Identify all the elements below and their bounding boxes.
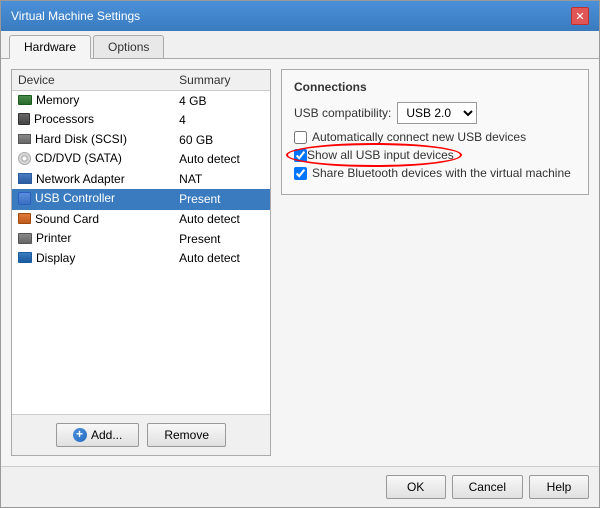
tab-hardware[interactable]: Hardware bbox=[9, 35, 91, 59]
usb-compat-row: USB compatibility: USB 1.1 USB 2.0 USB 3… bbox=[294, 102, 576, 124]
add-icon bbox=[73, 428, 87, 442]
window-title: Virtual Machine Settings bbox=[11, 9, 140, 23]
device-cell: Display bbox=[12, 249, 173, 269]
printer-icon bbox=[18, 233, 32, 244]
connections-title: Connections bbox=[294, 80, 576, 94]
table-row[interactable]: Hard Disk (SCSI)60 GB bbox=[12, 130, 270, 149]
summary-cell: NAT bbox=[173, 170, 270, 190]
summary-cell: Auto detect bbox=[173, 210, 270, 230]
help-button[interactable]: Help bbox=[529, 475, 589, 499]
usb-compat-label: USB compatibility: bbox=[294, 106, 391, 120]
device-cell: CD/DVD (SATA) bbox=[12, 149, 173, 170]
connections-group: Connections USB compatibility: USB 1.1 U… bbox=[281, 69, 589, 195]
show-all-label: Show all USB input devices bbox=[307, 148, 454, 162]
tab-bar: Hardware Options bbox=[1, 31, 599, 59]
main-content: Device Summary Memory4 GB Processors4 Ha… bbox=[1, 59, 599, 466]
device-cell: USB Controller bbox=[12, 189, 173, 210]
usb-icon bbox=[18, 192, 31, 205]
summary-cell: Present bbox=[173, 189, 270, 210]
title-bar: Virtual Machine Settings ✕ bbox=[1, 1, 599, 31]
auto-connect-checkbox[interactable] bbox=[294, 131, 307, 144]
add-button[interactable]: Add... bbox=[56, 423, 139, 447]
table-row[interactable]: PrinterPresent bbox=[12, 229, 270, 249]
summary-cell: 4 bbox=[173, 110, 270, 130]
device-actions: Add... Remove bbox=[12, 414, 270, 455]
table-row[interactable]: CD/DVD (SATA)Auto detect bbox=[12, 149, 270, 170]
device-list-panel: Device Summary Memory4 GB Processors4 Ha… bbox=[11, 69, 271, 456]
table-row[interactable]: USB ControllerPresent bbox=[12, 189, 270, 210]
cpu-icon bbox=[18, 113, 30, 125]
table-row[interactable]: Network AdapterNAT bbox=[12, 170, 270, 190]
table-row[interactable]: Processors4 bbox=[12, 110, 270, 130]
table-row[interactable]: Sound CardAuto detect bbox=[12, 210, 270, 230]
show-all-row: Show all USB input devices bbox=[294, 148, 576, 162]
col-summary: Summary bbox=[173, 70, 270, 91]
right-panel: Connections USB compatibility: USB 1.1 U… bbox=[281, 69, 589, 456]
summary-cell: Auto detect bbox=[173, 249, 270, 269]
virtual-machine-settings-window: Virtual Machine Settings ✕ Hardware Opti… bbox=[0, 0, 600, 508]
auto-connect-label: Automatically connect new USB devices bbox=[312, 130, 526, 144]
usb-compat-select[interactable]: USB 1.1 USB 2.0 USB 3.0 bbox=[397, 102, 477, 124]
ok-button[interactable]: OK bbox=[386, 475, 446, 499]
chip-icon bbox=[18, 95, 32, 105]
col-device: Device bbox=[12, 70, 173, 91]
tab-options[interactable]: Options bbox=[93, 35, 164, 58]
disk-icon bbox=[18, 134, 31, 144]
show-all-checkbox[interactable] bbox=[294, 149, 307, 162]
device-cell: Network Adapter bbox=[12, 170, 173, 190]
auto-connect-row: Automatically connect new USB devices bbox=[294, 130, 576, 144]
device-cell: Sound Card bbox=[12, 210, 173, 230]
cd-icon bbox=[18, 152, 31, 165]
network-icon bbox=[18, 173, 32, 184]
device-cell: Memory bbox=[12, 91, 173, 111]
show-all-highlight: Show all USB input devices bbox=[294, 148, 454, 162]
share-bt-label: Share Bluetooth devices with the virtual… bbox=[312, 166, 571, 180]
summary-cell: Auto detect bbox=[173, 149, 270, 170]
remove-label: Remove bbox=[164, 428, 209, 442]
sound-icon bbox=[18, 213, 31, 224]
device-cell: Hard Disk (SCSI) bbox=[12, 130, 173, 149]
device-cell: Processors bbox=[12, 110, 173, 130]
summary-cell: Present bbox=[173, 229, 270, 249]
display-icon bbox=[18, 252, 32, 263]
table-row[interactable]: Memory4 GB bbox=[12, 91, 270, 111]
summary-cell: 60 GB bbox=[173, 130, 270, 149]
dialog-footer: OK Cancel Help bbox=[1, 466, 599, 507]
device-cell: Printer bbox=[12, 229, 173, 249]
remove-button[interactable]: Remove bbox=[147, 423, 226, 447]
table-row[interactable]: DisplayAuto detect bbox=[12, 249, 270, 269]
share-bt-checkbox[interactable] bbox=[294, 167, 307, 180]
summary-cell: 4 GB bbox=[173, 91, 270, 111]
add-label: Add... bbox=[91, 428, 122, 442]
close-button[interactable]: ✕ bbox=[571, 7, 589, 25]
cancel-button[interactable]: Cancel bbox=[452, 475, 523, 499]
share-bt-row: Share Bluetooth devices with the virtual… bbox=[294, 166, 576, 180]
device-table: Device Summary Memory4 GB Processors4 Ha… bbox=[12, 70, 270, 414]
